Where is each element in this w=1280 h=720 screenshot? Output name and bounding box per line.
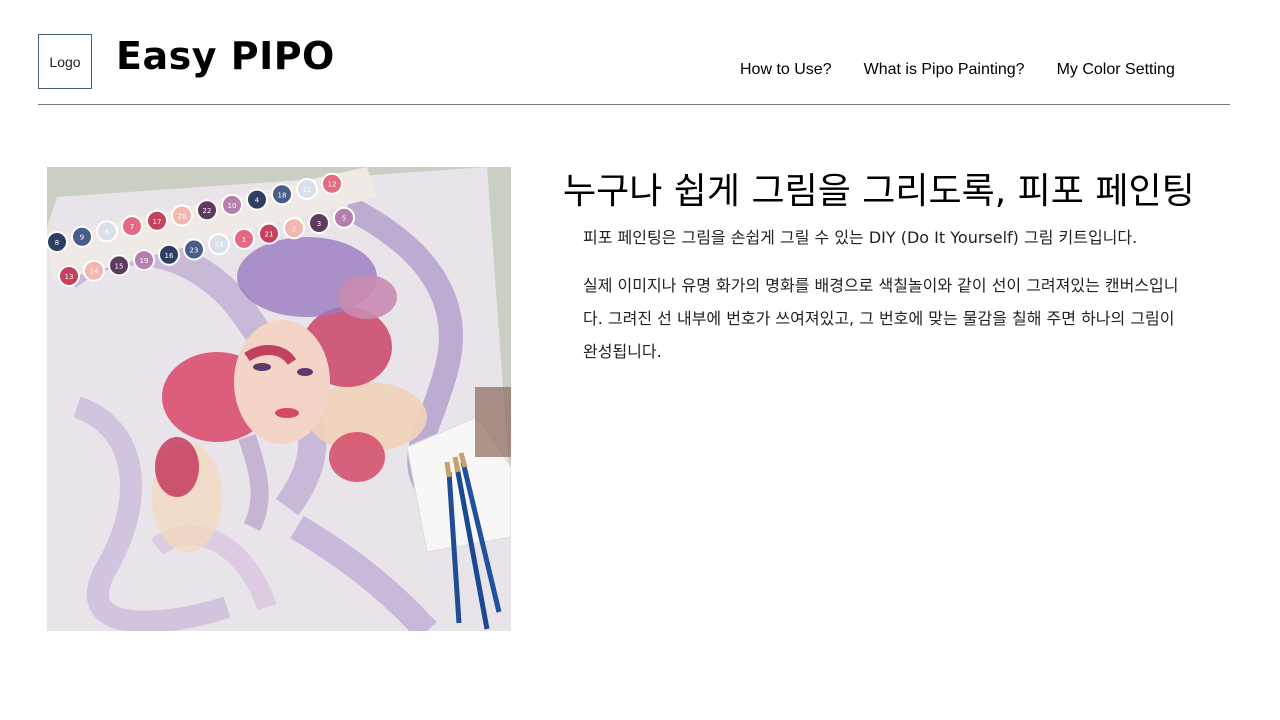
paint-pot-number: 20 (178, 213, 187, 221)
nav-what-is-pipo[interactable]: What is Pipo Painting? (864, 61, 1025, 79)
paint-pot-number: 8 (55, 239, 59, 247)
description-paragraph: 실제 이미지나 유명 화가의 명화를 배경으로 색칠놀이와 같이 선이 그려져있… (583, 276, 1179, 361)
paint-pot-number: 19 (140, 257, 149, 265)
main-content: 누구나 쉽게 그림을 그리도록, 피포 페인팅 피포 페인팅은 그림을 손쉽게 … (563, 170, 1223, 369)
paint-pot-number: 9 (80, 234, 84, 242)
paint-pot-number: 18 (278, 191, 287, 199)
paint-pot-number: 16 (165, 252, 174, 260)
nav-my-color-setting[interactable]: My Color Setting (1057, 61, 1175, 79)
site-header: Logo Easy PIPO How to Use? What is Pipo … (0, 0, 1280, 105)
page-heading: 누구나 쉽게 그림을 그리도록, 피포 페인팅 (563, 171, 1195, 212)
paint-pot-number: 13 (65, 273, 74, 281)
paint-pot-number: 6 (105, 228, 110, 236)
paint-pot-number: 1 (242, 236, 246, 244)
main-nav: How to Use? What is Pipo Painting? My Co… (740, 61, 1230, 79)
header-divider (38, 104, 1230, 105)
logo[interactable]: Logo (38, 34, 92, 89)
brand-title[interactable]: Easy PIPO (116, 35, 335, 78)
paint-pot-number: 7 (130, 223, 134, 231)
paint-pot-number: 22 (203, 207, 212, 215)
intro-paragraph: 피포 페인팅은 그림을 손쉽게 그릴 수 있는 DIY (Do It Yours… (583, 228, 1138, 248)
paint-pot-number: 4 (255, 197, 260, 205)
paint-pot-number: 21 (265, 231, 274, 239)
hero-painting-image: 8 9 6 7 17 20 22 10 4 18 11 12 13 14 15 19 16 23 24 1 21 2 3 5 (47, 167, 511, 631)
paint-pot-number: 2 (292, 225, 296, 233)
paint-pot-number: 5 (342, 215, 346, 223)
nav-how-to-use[interactable]: How to Use? (740, 61, 832, 79)
paint-pot-number: 11 (303, 186, 312, 194)
paint-pot-number: 17 (153, 218, 162, 226)
paint-pot-number: 3 (317, 220, 321, 228)
paint-pot-number: 24 (215, 241, 224, 249)
paint-pot-number: 23 (190, 247, 199, 255)
paint-pot-number: 10 (228, 202, 237, 210)
paint-pot-number: 15 (115, 262, 124, 270)
paint-pot-number: 12 (328, 181, 337, 189)
paint-pot-number: 14 (90, 268, 99, 276)
